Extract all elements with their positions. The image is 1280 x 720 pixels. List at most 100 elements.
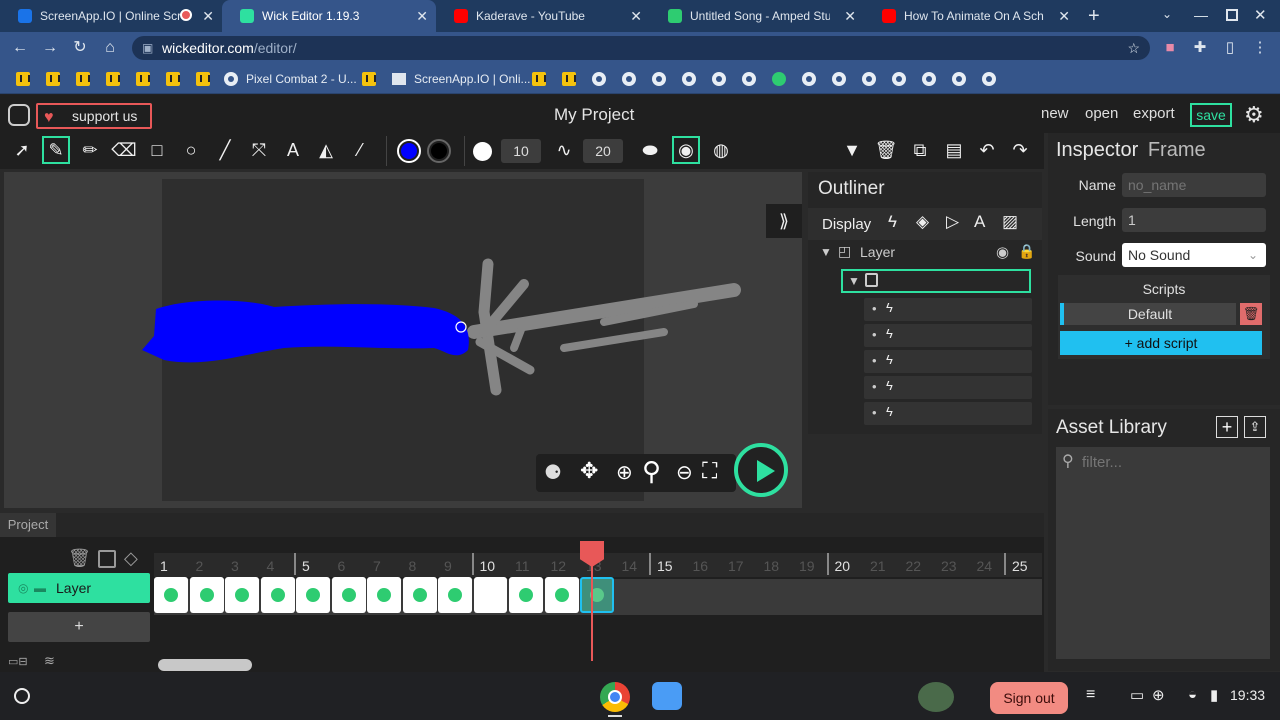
delete-script-trash-icon[interactable]: 🗑 [1240,303,1262,325]
frame-number[interactable]: 15 [657,558,673,574]
bookmark-item[interactable] [982,71,996,87]
extensions-icon[interactable]: ✚ [1190,38,1210,58]
play-preview-button[interactable] [734,443,788,497]
image-filter-icon[interactable]: ▨ [1002,212,1018,232]
lock-icon[interactable]: 🔒 [1018,243,1035,260]
length-input[interactable]: 1 [1122,208,1266,232]
close-window-icon[interactable]: ✕ [1254,6,1267,24]
forward-icon[interactable]: → [40,38,60,58]
zoom-in-icon[interactable]: ⊕ [616,460,633,485]
reload-icon[interactable]: ↻ [70,38,90,58]
bookmark-item[interactable] [682,71,696,87]
tab-wick-editor[interactable]: Wick Editor 1.19.3 ✕ [222,0,436,32]
export-button[interactable]: export [1133,105,1175,122]
add-asset-button[interactable]: + [1216,416,1238,438]
frame-number[interactable]: 17 [728,558,744,574]
frame-number[interactable]: 22 [906,558,922,574]
frame-number[interactable]: 7 [373,558,381,574]
tab-youtube-kaderave[interactable]: Kaderave - YouTube ✕ [436,0,650,32]
keyframe[interactable] [580,577,614,613]
zoom-out-icon[interactable]: ⊖ [676,460,693,485]
eraser-tool-icon[interactable]: ⌫ [110,136,138,164]
default-script-button[interactable]: Default [1060,303,1236,325]
outliner-layer-row[interactable]: ▼ ◰ Layer ◉ 🔒 [820,242,1035,264]
frame-number[interactable]: 4 [267,558,275,574]
frame-number[interactable]: 5 [302,558,310,574]
bookmark-item[interactable] [652,71,666,87]
path-filter-icon[interactable]: ϟ [888,212,897,232]
pencil-tool-icon[interactable]: ✏ [76,136,104,164]
timeline-layer-item[interactable]: ◎ ▬ Layer [8,573,150,603]
screen-capture-icon[interactable]: ▭ [1130,686,1144,704]
close-tab-icon[interactable]: ✕ [844,8,856,25]
layer-visibility-icon[interactable]: ◎ [18,573,28,603]
frame-number[interactable]: 10 [480,558,496,574]
frame-number[interactable]: 18 [764,558,780,574]
bookmark-item[interactable] [16,71,30,87]
new-tab-button[interactable]: + [1088,5,1100,28]
keyframe[interactable] [367,577,401,613]
keyframe[interactable] [154,577,188,613]
redo-icon[interactable]: ↷ [1006,136,1034,164]
undo-icon[interactable]: ↶ [973,136,1001,164]
bookmark-item[interactable] [802,71,816,87]
bookmark-item[interactable] [76,71,90,87]
outliner-path-item[interactable]: • ϟ [864,298,1032,321]
frame-number[interactable]: 9 [444,558,452,574]
bookmark-item[interactable] [362,71,376,87]
user-avatar[interactable] [918,682,954,712]
maximize-icon[interactable] [1226,9,1238,21]
text-tool-icon[interactable]: A [279,136,307,164]
frame-number[interactable]: 16 [693,558,709,574]
clock[interactable]: 19:33 [1230,687,1265,703]
frame-number[interactable]: 24 [977,558,993,574]
site-info-icon[interactable]: ▣ [142,36,153,60]
keyframe[interactable] [331,577,366,613]
wick-logo-icon[interactable] [8,104,30,126]
delete-trash-icon[interactable]: 🗑 [872,136,900,164]
close-tab-icon[interactable]: ✕ [202,8,214,25]
keyframe[interactable] [402,577,437,613]
bookmark-item[interactable] [712,71,726,87]
button-filter-icon[interactable]: ▷ [946,212,959,232]
fill-color-swatch[interactable] [397,139,421,163]
frame-number[interactable]: 1 [160,558,168,574]
keyframe[interactable] [260,577,295,613]
keyframe[interactable] [225,577,259,613]
bookmark-amped[interactable] [772,71,786,87]
bookmark-star-icon[interactable]: ☆ [1127,36,1140,60]
bookmark-item[interactable] [106,71,120,87]
launcher-icon[interactable] [14,688,30,704]
keyframe[interactable] [296,577,330,613]
tab-amped-studio[interactable]: Untitled Song - Amped Studio ✕ [650,0,864,32]
brush-tool-icon[interactable]: ✎ [42,136,70,164]
bookmark-item[interactable] [742,71,756,87]
smoothing-input[interactable]: 20 [583,139,623,163]
home-icon[interactable]: ⌂ [100,38,120,58]
collapse-arrow-icon[interactable]: ▼ [820,245,832,259]
files-app-icon[interactable] [652,682,682,710]
add-circle-icon[interactable]: ⊕ [1152,686,1165,704]
bookmark-pixel-combat[interactable]: Pixel Combat 2 - U... [224,71,357,87]
frame-number[interactable]: 19 [799,558,815,574]
upload-asset-icon[interactable]: ⇪ [1244,416,1266,438]
text-filter-icon[interactable]: A [974,212,985,232]
minimize-icon[interactable]: — [1194,7,1208,23]
rectangle-tool-icon[interactable]: □ [143,136,171,164]
frame-number[interactable]: 11 [515,558,530,574]
screen-recorder-extension-icon[interactable]: ■ [1160,38,1180,58]
sound-select[interactable]: No Sound ⌄ [1122,243,1266,267]
bookmark-item[interactable] [622,71,636,87]
keyframe[interactable] [438,577,472,613]
bookmark-item[interactable] [166,71,180,87]
frame-number[interactable]: 12 [551,558,567,574]
outliner-frame-row[interactable]: ▼ [841,269,1031,293]
settings-gear-icon[interactable]: ⚙ [1244,102,1264,128]
stroke-color-swatch[interactable] [427,139,451,163]
path-cursor-tool-icon[interactable]: ⤧ [245,136,273,164]
add-tween-icon[interactable] [98,550,116,568]
side-panel-icon[interactable]: ▯ [1220,38,1240,58]
canvas-area[interactable]: ⟫ ⚈ ✥ ⊕ ⚲ ⊖ ⛶ [4,172,802,508]
bookmark-item[interactable] [952,71,966,87]
bookmark-item[interactable] [592,71,606,87]
